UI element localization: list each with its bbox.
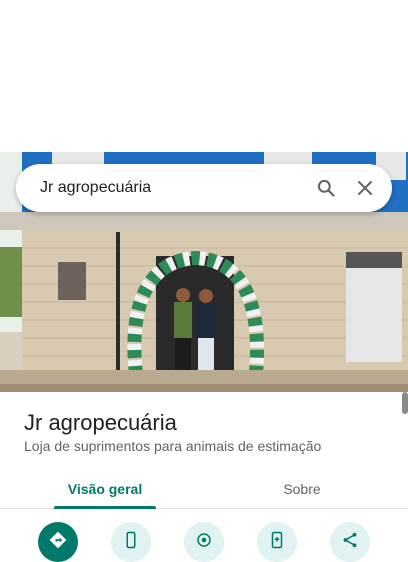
tab-overview[interactable]: Visão geral bbox=[54, 470, 156, 508]
search-input[interactable]: Jr agropecuária bbox=[40, 179, 314, 197]
place-category: Loja de suprimentos para animais de esti… bbox=[24, 438, 322, 454]
close-icon[interactable] bbox=[353, 176, 377, 200]
place-title: Jr agropecuária bbox=[24, 410, 177, 435]
send-to-phone-button[interactable] bbox=[257, 522, 297, 562]
call-button[interactable] bbox=[111, 522, 151, 562]
scrollbar[interactable] bbox=[402, 392, 408, 414]
location-button[interactable] bbox=[184, 522, 224, 562]
share-icon bbox=[341, 531, 359, 554]
action-buttons bbox=[0, 522, 408, 562]
share-button[interactable] bbox=[330, 522, 370, 562]
tab-bar: Visão geral Sobre bbox=[0, 470, 408, 509]
phone-icon bbox=[122, 531, 140, 554]
search-icon[interactable] bbox=[314, 176, 338, 200]
place-details-panel: Jr agropecuária Loja de suprimentos para… bbox=[0, 392, 408, 562]
location-pin-icon bbox=[195, 531, 213, 554]
active-tab-indicator bbox=[54, 506, 156, 509]
directions-icon bbox=[48, 530, 68, 555]
directions-button[interactable] bbox=[38, 522, 78, 562]
add-to-phone-icon bbox=[268, 531, 286, 554]
search-bar[interactable]: Jr agropecuária bbox=[16, 164, 392, 212]
tab-about[interactable]: Sobre bbox=[252, 470, 352, 508]
